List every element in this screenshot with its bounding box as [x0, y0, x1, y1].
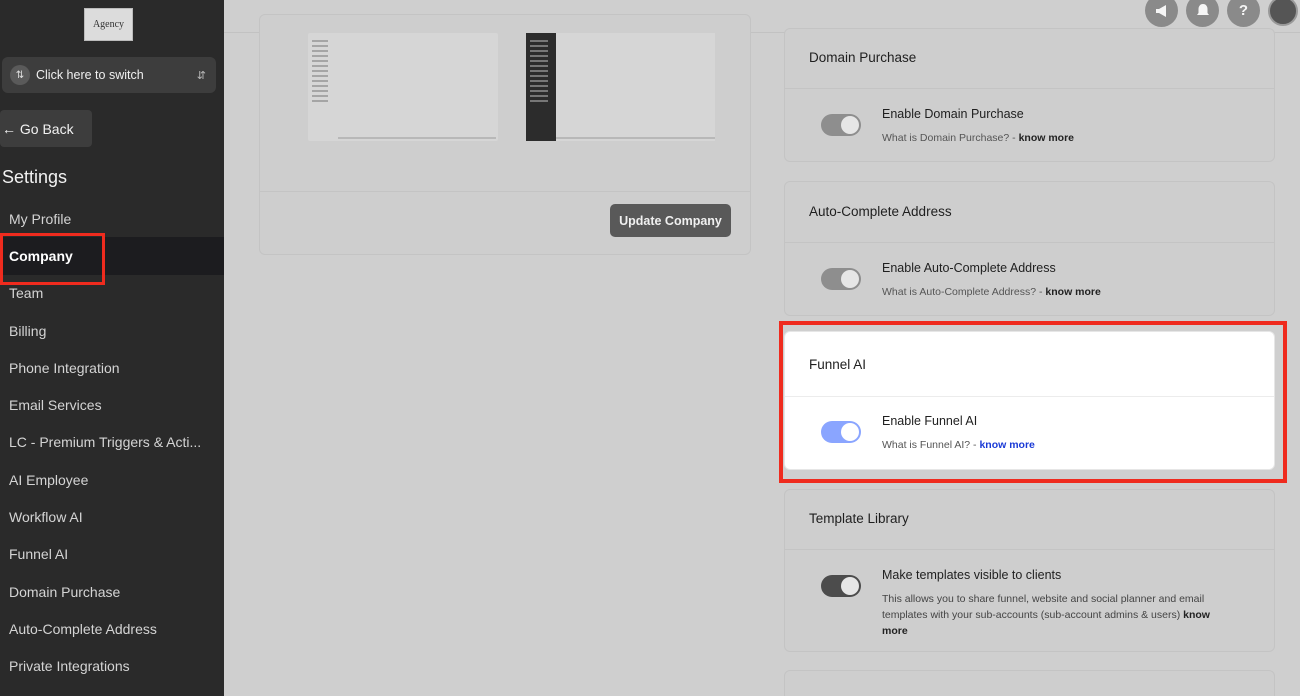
auto-complete-card: Auto-Complete Address Enable Auto-Comple… [784, 181, 1275, 316]
card-divider [785, 88, 1274, 89]
preview-baseline [338, 137, 496, 139]
go-back-button[interactable]: ← Go Back [0, 110, 92, 147]
card-title: Template Library [809, 511, 909, 526]
domain-purchase-toggle[interactable] [821, 114, 861, 136]
sidebar-item-funnel-ai[interactable]: Funnel AI [0, 536, 224, 573]
toggle-knob [841, 270, 859, 288]
toggle-knob [841, 116, 859, 134]
auto-complete-toggle[interactable] [821, 268, 861, 290]
megaphone-icon[interactable] [1145, 0, 1178, 27]
avatar[interactable] [1268, 0, 1298, 26]
help-icon[interactable]: ? [1227, 0, 1260, 27]
description-text: This allows you to share funnel, website… [882, 593, 1205, 621]
card-divider [785, 549, 1274, 550]
sidebar: Agency ⇅ Click here to switch ⇵ ← Go Bac… [0, 0, 224, 696]
help-text: What is Domain Purchase? - know more [882, 132, 1074, 144]
template-library-card: Template Library Make templates visible … [784, 489, 1275, 652]
switch-icon: ⇅ [10, 65, 30, 85]
dark-theme-preview[interactable] [526, 33, 556, 141]
company-highlight-box [0, 233, 105, 285]
bell-icon[interactable] [1186, 0, 1219, 27]
card-divider [785, 242, 1274, 243]
funnel-ai-highlight-box [779, 321, 1287, 483]
sidebar-item-domain-purchase[interactable]: Domain Purchase [0, 573, 224, 610]
sidebar-item-premium-triggers[interactable]: LC - Premium Triggers & Acti... [0, 424, 224, 461]
help-question: What is Auto-Complete Address? - [882, 286, 1046, 298]
toggle-label: Enable Auto-Complete Address [882, 261, 1056, 275]
template-library-toggle[interactable] [821, 575, 861, 597]
preview-menu-lines [312, 37, 332, 105]
preview-baseline [556, 137, 715, 139]
switcher-label: Click here to switch [36, 68, 144, 82]
chevron-updown-icon: ⇵ [196, 69, 206, 82]
go-back-label: ← Go Back [2, 120, 74, 137]
company-card-divider [260, 191, 750, 192]
toggle-knob [841, 577, 859, 595]
sidebar-item-private-integrations[interactable]: Private Integrations [0, 648, 224, 685]
next-settings-card [784, 670, 1275, 696]
sidebar-item-email-services[interactable]: Email Services [0, 386, 224, 423]
template-description: This allows you to share funnel, website… [882, 591, 1232, 639]
know-more-link[interactable]: know more [1019, 132, 1074, 144]
help-text: What is Auto-Complete Address? - know mo… [882, 286, 1101, 298]
help-question: What is Domain Purchase? - [882, 132, 1019, 144]
toggle-label: Make templates visible to clients [882, 568, 1062, 582]
dark-theme-preview-content [556, 33, 715, 141]
sidebar-item-billing[interactable]: Billing [0, 312, 224, 349]
preview-menu-lines [530, 37, 548, 105]
sidebar-item-workflow-ai[interactable]: Workflow AI [0, 498, 224, 535]
help-glyph: ? [1238, 2, 1249, 19]
card-title: Auto-Complete Address [809, 204, 952, 219]
sidebar-item-auto-complete-address[interactable]: Auto-Complete Address [0, 610, 224, 647]
settings-heading: Settings [2, 167, 68, 187]
update-company-button[interactable]: Update Company [610, 204, 731, 237]
agency-logo[interactable]: Agency [84, 8, 133, 41]
card-title: Domain Purchase [809, 50, 917, 65]
know-more-link[interactable]: know more [1045, 286, 1100, 298]
sidebar-item-my-profile[interactable]: My Profile [0, 200, 224, 237]
sidebar-item-phone-integration[interactable]: Phone Integration [0, 349, 224, 386]
toggle-label: Enable Domain Purchase [882, 107, 1024, 121]
sidebar-item-ai-employee[interactable]: AI Employee [0, 461, 224, 498]
logo-text: Agency [92, 19, 125, 30]
account-switcher[interactable]: ⇅ Click here to switch ⇵ [2, 57, 216, 93]
top-icons: ? [1145, 0, 1300, 27]
domain-purchase-card: Domain Purchase Enable Domain Purchase W… [784, 28, 1275, 162]
light-theme-preview[interactable] [308, 33, 498, 141]
